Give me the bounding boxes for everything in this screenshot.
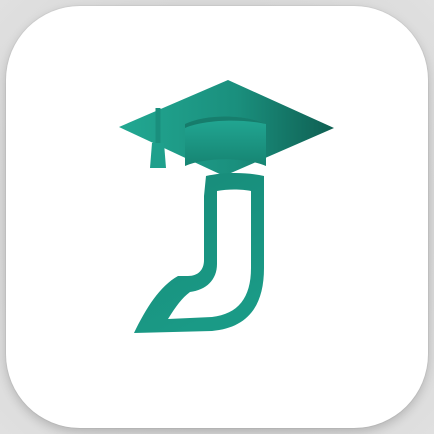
graduation-cap-icon — [119, 80, 334, 176]
letter-j-icon — [134, 173, 264, 333]
logo-graphic — [119, 80, 334, 333]
app-icon[interactable] — [6, 6, 428, 428]
screen — [0, 0, 434, 434]
